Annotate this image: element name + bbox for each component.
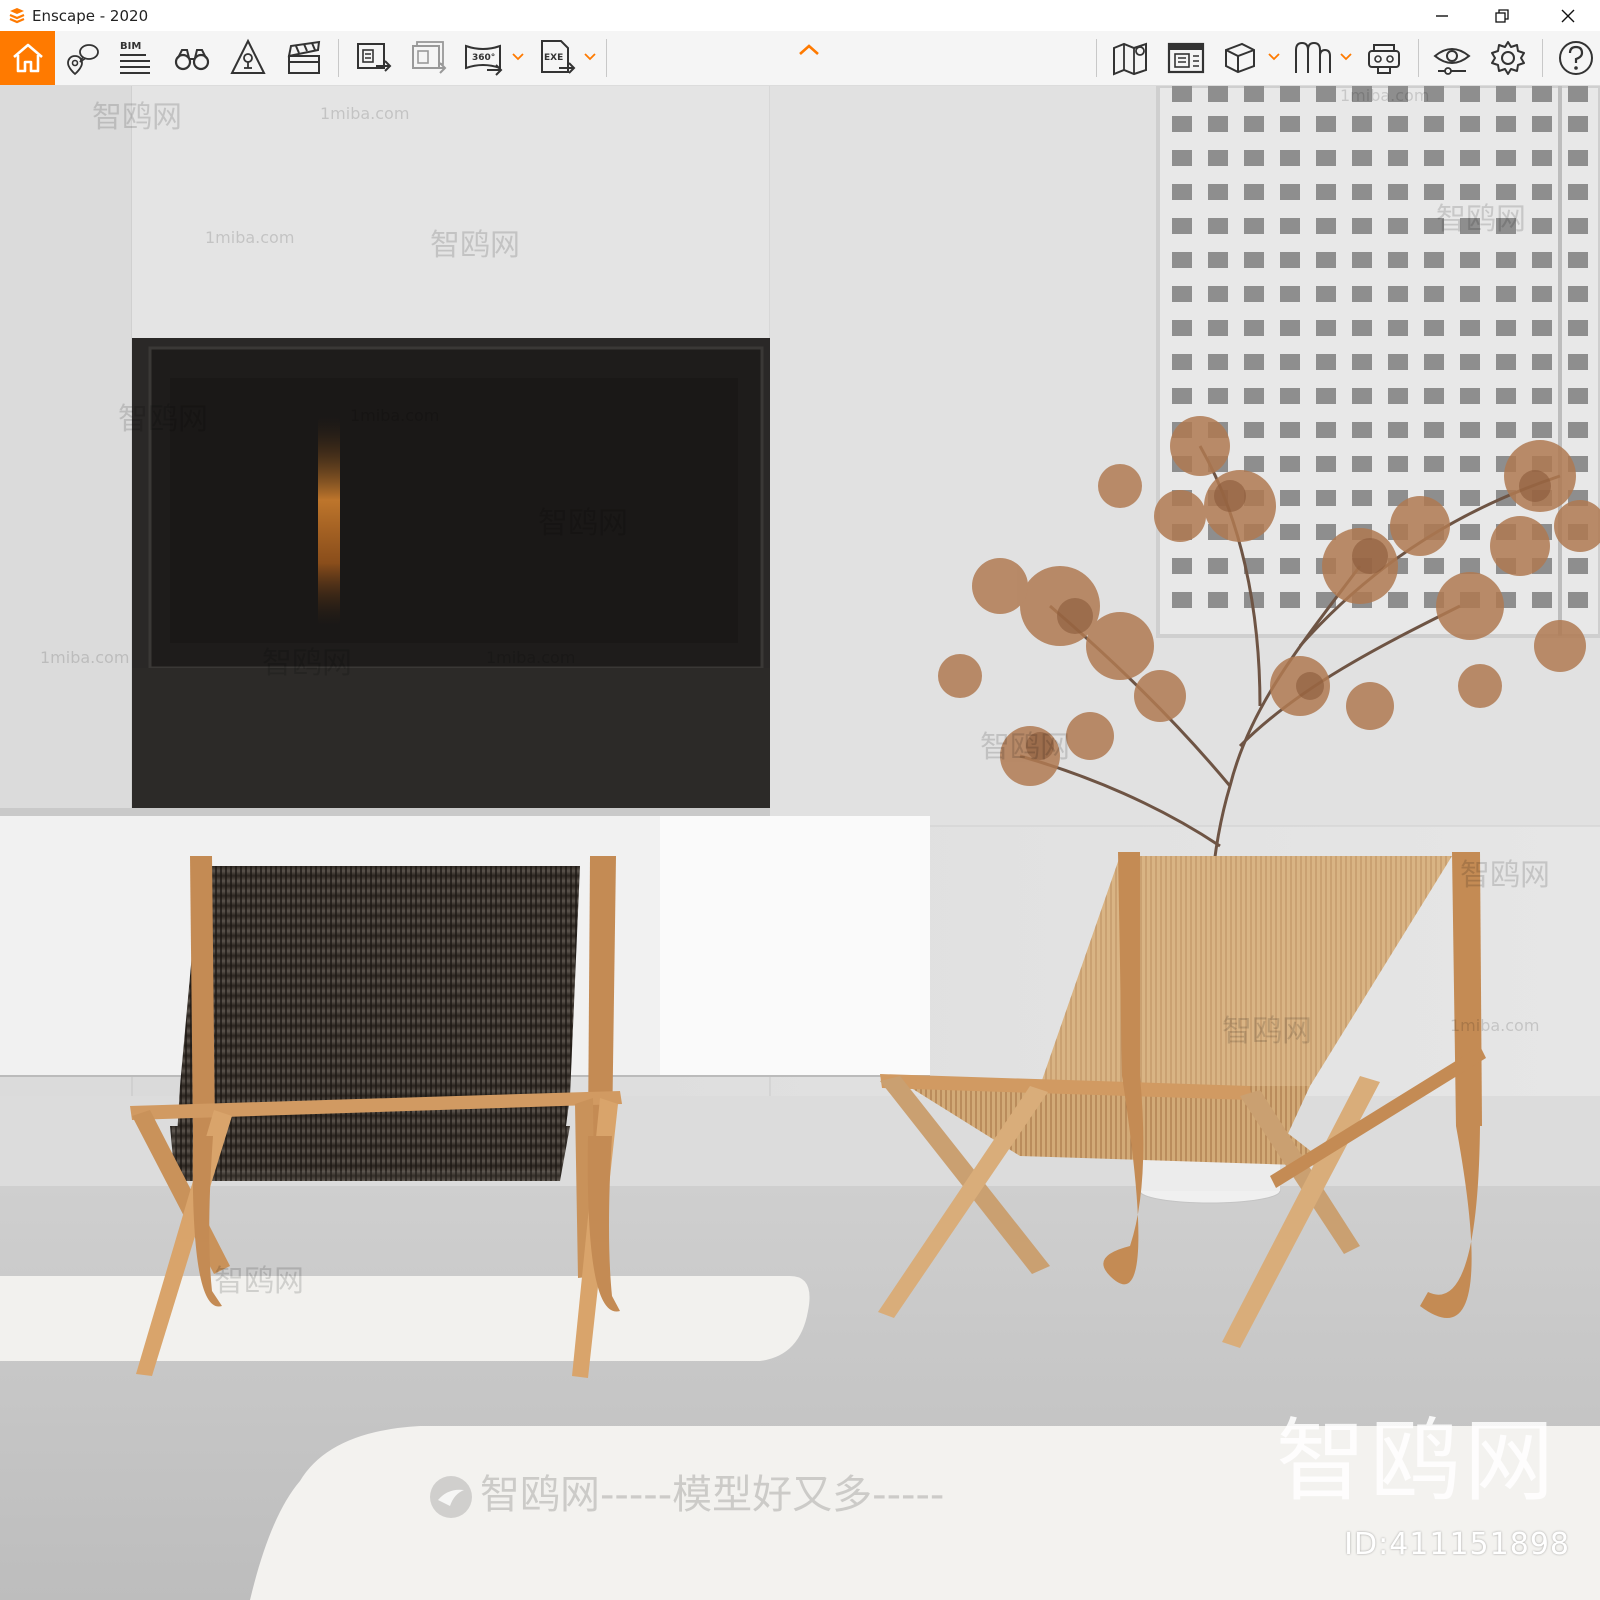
arches-icon xyxy=(1295,41,1331,73)
vr-headset-button[interactable] xyxy=(1362,31,1406,85)
vr-headset-icon xyxy=(1368,44,1400,74)
light-view-button[interactable] xyxy=(226,31,270,85)
panorama-label: 360° xyxy=(472,53,495,63)
cube-icon xyxy=(1225,42,1255,74)
watermark-cn: 智鸥网 xyxy=(1222,1014,1312,1049)
map-pin-bubble-icon xyxy=(67,44,99,76)
clapperboard-icon xyxy=(287,40,321,74)
watermark-logo-icon xyxy=(430,1476,472,1518)
export-exe-button[interactable]: EXE xyxy=(535,31,579,85)
watermark-cn: 智鸥网 xyxy=(214,1264,304,1299)
watermark-slogan-text: 智鸥网-----模型好又多----- xyxy=(480,1472,945,1518)
watermark-cn: 智鸥网 xyxy=(92,100,182,135)
enscape-logo-icon xyxy=(9,7,25,23)
enscape-toolbar: BIM 360° EXE xyxy=(0,31,1600,86)
object-view-button[interactable] xyxy=(1218,31,1262,85)
object-view-dropdown[interactable] xyxy=(1268,49,1280,65)
asset-library-icon xyxy=(1167,42,1205,74)
watermark-cn: 智鸥网 xyxy=(262,646,352,681)
toolbar-separator xyxy=(338,39,339,77)
render-viewport[interactable]: 1miba.com 智鸥网 1miba.com 智鸥网 1miba.com 智鸥… xyxy=(0,86,1600,1600)
map-icon xyxy=(1113,42,1147,76)
map-button[interactable] xyxy=(1108,31,1152,85)
bim-icon: BIM xyxy=(120,41,150,74)
light-cone-icon xyxy=(230,38,266,74)
help-button[interactable] xyxy=(1554,31,1598,85)
batch-render-button[interactable] xyxy=(407,31,451,85)
batch-export-icon xyxy=(412,41,447,74)
restore-button[interactable] xyxy=(1472,0,1532,31)
walk-mode-button[interactable] xyxy=(170,31,214,85)
export-image-icon xyxy=(357,43,392,72)
title-bar: Enscape - 2020 xyxy=(0,0,1600,31)
screenshot-button[interactable] xyxy=(352,31,396,85)
watermark-site: 1miba.com xyxy=(320,104,410,123)
watermark-site: 1miba.com xyxy=(486,648,576,667)
panorama-dropdown[interactable] xyxy=(512,49,524,65)
chevron-down-icon xyxy=(584,53,596,61)
toolbar-separator xyxy=(606,39,607,77)
watermark-site: 1miba.com xyxy=(1450,1016,1540,1035)
close-button[interactable] xyxy=(1538,0,1598,31)
fireplace-flame xyxy=(318,416,340,626)
fireplace-glass xyxy=(170,378,738,643)
chevron-down-icon xyxy=(1340,53,1352,61)
minimize-icon xyxy=(1436,14,1448,17)
home-button[interactable] xyxy=(0,31,55,85)
toolbar-separator xyxy=(1418,39,1419,77)
visual-settings-button[interactable] xyxy=(1430,31,1474,85)
watermark-cn: 智鸥网 xyxy=(1460,858,1550,893)
exe-dropdown[interactable] xyxy=(584,49,596,65)
section-view-dropdown[interactable] xyxy=(1340,49,1352,65)
watermark-cn: 智鸥网 xyxy=(1436,202,1526,237)
watermark-site: 1miba.com xyxy=(205,228,295,247)
watermark-site: 1miba.com xyxy=(40,648,130,667)
video-editor-button[interactable] xyxy=(282,31,326,85)
watermark-id: ID:411151898 xyxy=(1344,1527,1570,1562)
chevron-down-icon xyxy=(512,53,524,61)
export-exe-icon: EXE xyxy=(541,40,576,74)
watermark-cn: 智鸥网 xyxy=(118,402,208,437)
window-title: Enscape - 2020 xyxy=(32,6,149,25)
minimize-button[interactable] xyxy=(1412,0,1472,31)
toolbar-separator xyxy=(1096,39,1097,77)
gear-icon xyxy=(1491,41,1525,75)
views-button[interactable] xyxy=(60,31,104,85)
settings-button[interactable] xyxy=(1486,31,1530,85)
watermark-cn: 智鸥网 xyxy=(538,506,628,541)
bim-mode-button[interactable]: BIM xyxy=(114,31,158,85)
upper-cabinet xyxy=(132,86,770,338)
watermark-site: 1miba.com xyxy=(350,406,440,425)
watermark-slogan: 智鸥网-----模型好又多----- xyxy=(428,1462,944,1520)
watermark-cn: 智鸥网 xyxy=(430,228,520,263)
collapse-toolbar-button[interactable] xyxy=(794,35,824,65)
binoculars-icon xyxy=(174,49,210,71)
bim-label: BIM xyxy=(120,41,141,52)
watermark-big: 智鸥网 xyxy=(1276,1409,1558,1514)
home-icon xyxy=(12,43,43,73)
asset-library-button[interactable] xyxy=(1164,31,1208,85)
watermark-site: 1miba.com xyxy=(1340,86,1430,105)
restore-icon xyxy=(1495,8,1509,23)
help-icon xyxy=(1559,41,1593,75)
section-view-button[interactable] xyxy=(1290,31,1334,85)
eye-icon xyxy=(1433,48,1471,75)
rug-light xyxy=(0,1276,810,1361)
scene-render xyxy=(0,86,1600,1600)
panorama-button[interactable]: 360° xyxy=(462,31,506,85)
exe-label: EXE xyxy=(544,53,563,63)
panorama-360-icon: 360° xyxy=(465,44,503,76)
chevron-down-icon xyxy=(1268,53,1280,61)
watermark-cn: 智鸥网 xyxy=(980,730,1070,765)
toolbar-separator xyxy=(1542,39,1543,77)
chevron-up-icon xyxy=(799,44,819,55)
close-icon xyxy=(1561,9,1575,22)
